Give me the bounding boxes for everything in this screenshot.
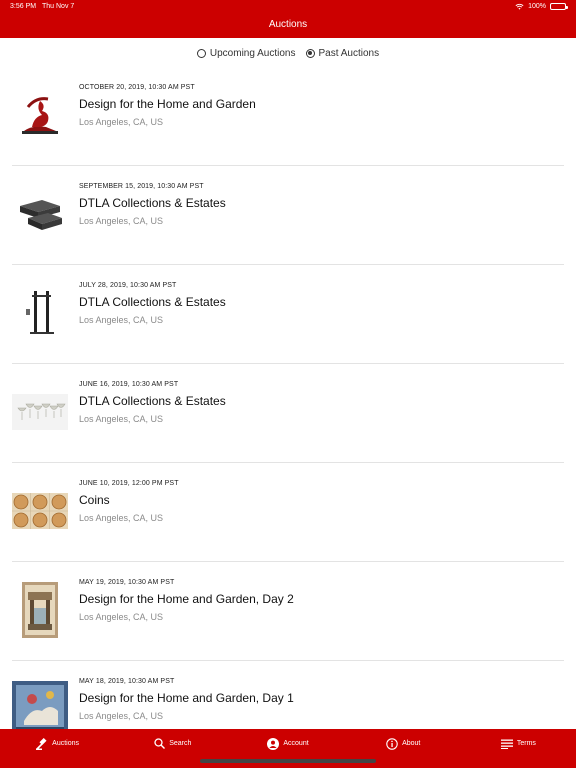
radio-unselected-icon: [196, 48, 206, 58]
page-title: Auctions: [268, 19, 308, 30]
auction-list: OCTOBER 20, 2019, 10:30 AM PST Design fo…: [0, 67, 576, 729]
status-time: 3:56 PM: [10, 3, 37, 10]
boxes-image: [20, 200, 62, 230]
tab-auctions[interactable]: Auctions: [0, 729, 115, 768]
gavel-icon: [36, 737, 47, 750]
upcoming-auctions-label: Upcoming Auctions: [209, 47, 296, 59]
auction-title: Design for the Home and Garden, Day 1: [79, 691, 294, 705]
auction-row[interactable]: JULY 28, 2019, 10:30 AM PST DTLA Collect…: [12, 265, 564, 364]
auction-info: JUNE 16, 2019, 10:30 AM PST DTLA Collect…: [79, 381, 564, 424]
battery-percent: 100%: [528, 3, 546, 10]
auction-date: MAY 18, 2019, 10:30 AM PST: [79, 678, 175, 685]
auction-location: Los Angeles, CA, US: [79, 711, 164, 721]
auction-title: Design for the Home and Garden, Day 2: [79, 592, 294, 606]
auction-row[interactable]: JUNE 16, 2019, 10:30 AM PST DTLA Collect…: [12, 364, 564, 463]
auction-thumbnail: [12, 384, 68, 440]
auction-date: JULY 28, 2019, 10:30 AM PST: [79, 282, 177, 289]
auction-date: SEPTEMBER 15, 2019, 10:30 AM PST: [79, 183, 204, 190]
past-auctions-label: Past Auctions: [318, 47, 380, 59]
auction-location: Los Angeles, CA, US: [79, 513, 164, 523]
auction-info: OCTOBER 20, 2019, 10:30 AM PST Design fo…: [79, 84, 564, 127]
top-bar: 3:56 PM Thu Nov 7 100% Auctions: [0, 0, 576, 38]
auction-thumbnail: [12, 186, 68, 242]
glasses-image: [12, 394, 68, 430]
auction-title: Coins: [79, 493, 110, 507]
tab-terms[interactable]: Terms: [461, 729, 576, 768]
painting-image: [22, 582, 58, 638]
auction-location: Los Angeles, CA, US: [79, 216, 164, 226]
auction-row[interactable]: OCTOBER 20, 2019, 10:30 AM PST Design fo…: [12, 67, 564, 166]
auction-date: MAY 19, 2019, 10:30 AM PST: [79, 579, 175, 586]
auction-thumbnail: [12, 582, 68, 638]
auction-location: Los Angeles, CA, US: [79, 315, 164, 325]
auction-info: JUNE 10, 2019, 12:00 PM PST Coins Los An…: [79, 480, 564, 523]
wifi-icon: [515, 3, 524, 10]
sculpture-image: [22, 97, 58, 134]
auction-title: DTLA Collections & Estates: [79, 295, 226, 309]
search-icon: [154, 738, 166, 749]
auction-filter: Upcoming Auctions Past Auctions: [0, 44, 576, 62]
tab-auctions-label: Auctions: [52, 740, 80, 747]
tab-about-label: About: [402, 740, 421, 747]
auction-date: OCTOBER 20, 2019, 10:30 AM PST: [79, 84, 195, 91]
past-auctions-option[interactable]: Past Auctions: [305, 44, 380, 62]
app-window: 3:56 PM Thu Nov 7 100% Auctions Upcoming…: [0, 0, 576, 768]
auction-date: JUNE 16, 2019, 10:30 AM PST: [79, 381, 179, 388]
home-indicator[interactable]: [200, 759, 376, 763]
auction-location: Los Angeles, CA, US: [79, 117, 164, 127]
auction-date: JUNE 10, 2019, 12:00 PM PST: [79, 480, 179, 487]
coins-image: [12, 493, 68, 529]
tab-terms-label: Terms: [516, 740, 536, 747]
auction-info: MAY 19, 2019, 10:30 AM PST Design for th…: [79, 579, 564, 622]
status-bar: 3:56 PM Thu Nov 7 100%: [0, 3, 576, 15]
stand-image: [26, 291, 54, 334]
auction-row[interactable]: MAY 19, 2019, 10:30 AM PST Design for th…: [12, 562, 564, 661]
info-icon: [386, 737, 398, 750]
auction-info: SEPTEMBER 15, 2019, 10:30 AM PST DTLA Co…: [79, 183, 564, 226]
auction-thumbnail: [12, 285, 68, 341]
rug-image: [12, 681, 68, 729]
auction-row[interactable]: SEPTEMBER 15, 2019, 10:30 AM PST DTLA Co…: [12, 166, 564, 265]
upcoming-auctions-option[interactable]: Upcoming Auctions: [196, 44, 296, 62]
auction-title: Design for the Home and Garden: [79, 97, 256, 111]
auction-title: DTLA Collections & Estates: [79, 196, 226, 210]
auction-info: JULY 28, 2019, 10:30 AM PST DTLA Collect…: [79, 282, 564, 325]
radio-selected-icon: [305, 48, 315, 58]
auction-title: DTLA Collections & Estates: [79, 394, 226, 408]
auction-thumbnail: [12, 87, 68, 143]
status-date: Thu Nov 7: [42, 3, 75, 10]
auction-info: MAY 18, 2019, 10:30 AM PST Design for th…: [79, 678, 564, 721]
auction-row[interactable]: MAY 18, 2019, 10:30 AM PST Design for th…: [12, 661, 564, 729]
list-icon: [500, 739, 513, 749]
tab-account-label: Account: [283, 740, 309, 747]
auction-thumbnail: [12, 681, 68, 729]
tab-search-label: Search: [169, 740, 192, 747]
auction-location: Los Angeles, CA, US: [79, 612, 164, 622]
auction-thumbnail: [12, 483, 68, 539]
status-right: 100%: [515, 3, 568, 10]
battery-icon: [550, 3, 568, 10]
auction-location: Los Angeles, CA, US: [79, 414, 164, 424]
auction-row[interactable]: JUNE 10, 2019, 12:00 PM PST Coins Los An…: [12, 463, 564, 562]
account-icon: [267, 737, 280, 750]
